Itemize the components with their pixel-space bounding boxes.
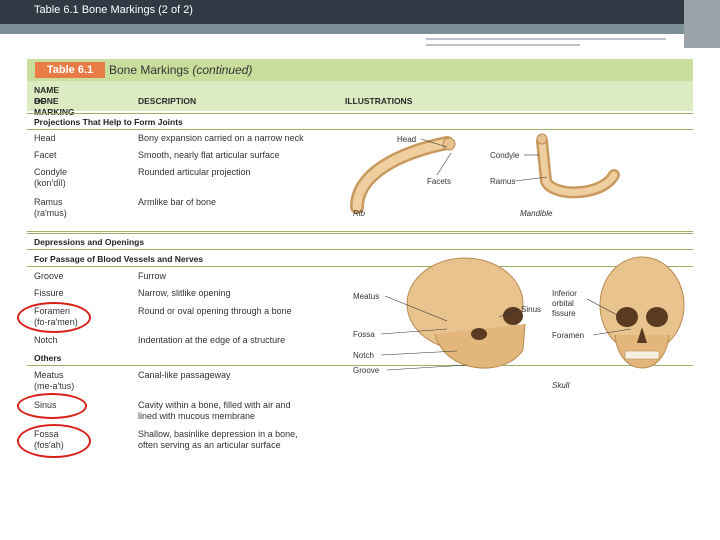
decorative-line [426,38,666,40]
bone-markings-table: Table 6.1 Bone Markings (continued) NAME… [27,59,693,459]
decorative-line [426,44,580,46]
slide-band [0,24,720,34]
slide-header: Table 6.1 Bone Markings (2 of 2) [0,0,720,24]
highlight-circle-fossa [17,424,91,458]
highlight-circle-foramen [17,302,91,333]
highlight-circle-sinus [17,393,87,419]
slide-band-accent [684,0,720,48]
leader-lines [380,138,632,371]
slide-title: Table 6.1 Bone Markings (2 of 2) [34,4,193,16]
